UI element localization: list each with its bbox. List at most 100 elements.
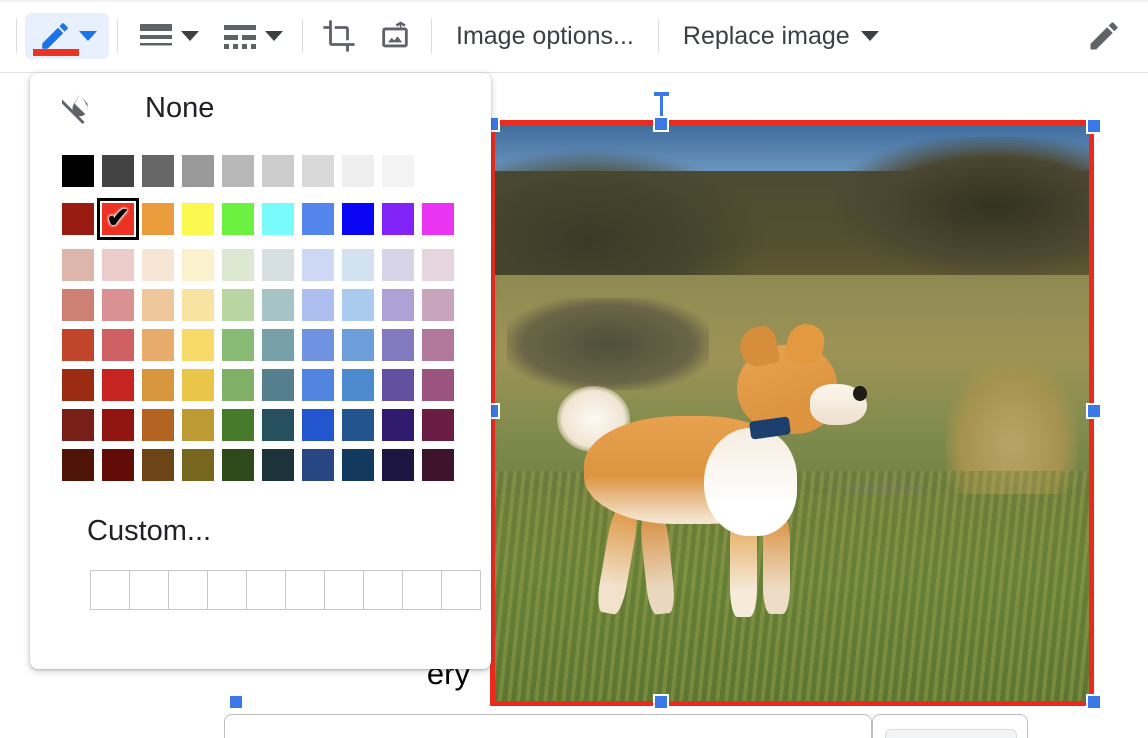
color-swatch-6f92e1[interactable] [302, 329, 334, 361]
color-swatch-000000[interactable] [62, 155, 94, 187]
custom-color-slot[interactable] [168, 570, 208, 610]
handle-bottom-right[interactable] [1086, 694, 1102, 710]
color-swatch-6cf141[interactable] [222, 203, 254, 235]
color-swatch-7fb065[interactable] [222, 369, 254, 401]
color-swatch-5185e0[interactable] [302, 369, 334, 401]
chevron-down-icon[interactable] [180, 31, 199, 41]
bottom-toolbar-panel[interactable] [224, 714, 872, 738]
color-swatch-23548f[interactable] [342, 409, 374, 441]
bottom-toolbar-secondary-panel[interactable] [872, 714, 1028, 738]
rotate-handle-cap[interactable] [654, 92, 669, 96]
color-swatch-27505e[interactable] [262, 409, 294, 441]
custom-color-slot[interactable] [207, 570, 247, 610]
color-swatch-76661e[interactable] [182, 449, 214, 481]
color-swatch-557f8c[interactable] [262, 369, 294, 401]
color-swatch-a8cbee[interactable] [342, 289, 374, 321]
color-swatch-8379bf[interactable] [382, 329, 414, 361]
color-swatch-e935f2[interactable] [422, 203, 454, 235]
color-swatch-eec79c[interactable] [142, 289, 174, 321]
color-swatch-2e4a1a[interactable] [222, 449, 254, 481]
color-swatch-4e8bce[interactable] [342, 369, 374, 401]
reset-image-button[interactable] [367, 13, 423, 59]
color-swatch-f7da6a[interactable] [182, 329, 214, 361]
color-swatch-e5d5de[interactable] [422, 249, 454, 281]
color-swatch-3e142c[interactable] [422, 449, 454, 481]
custom-color-slot[interactable] [402, 570, 442, 610]
color-swatch-301a6d[interactable] [382, 409, 414, 441]
color-swatch-c62420[interactable] [102, 369, 134, 401]
color-swatch-911612[interactable] [102, 409, 134, 441]
border-color-button[interactable] [25, 13, 109, 59]
color-swatch-efefef[interactable] [342, 155, 374, 187]
chevron-down-icon[interactable] [860, 31, 879, 41]
color-swatch-cccccc[interactable] [262, 155, 294, 187]
color-swatch-1c333c[interactable] [262, 449, 294, 481]
color-swatch-e9c64a[interactable] [182, 369, 214, 401]
color-swatch-d8963e[interactable] [142, 369, 174, 401]
color-swatch-d8d4e8[interactable] [382, 249, 414, 281]
color-swatch-991b12[interactable] [62, 203, 94, 235]
color-swatch-da9193[interactable] [102, 289, 134, 321]
color-swatch-adbfef[interactable] [302, 289, 334, 321]
custom-color-slot[interactable] [90, 570, 130, 610]
color-swatch-d3e2f1[interactable] [342, 249, 374, 281]
image-options-button[interactable]: Image options... [440, 13, 650, 59]
color-swatch-5485ed[interactable] [302, 203, 334, 235]
color-swatch-0a05f5[interactable] [342, 203, 374, 235]
color-swatch-9b5480[interactable] [422, 369, 454, 401]
color-swatch-d9d9d9[interactable] [302, 155, 334, 187]
color-swatch-9c2b14[interactable] [62, 369, 94, 401]
color-swatch-4e1507[interactable] [62, 449, 94, 481]
color-swatch-cc8173[interactable] [62, 289, 94, 321]
color-swatch-dcb6ab[interactable] [62, 249, 94, 281]
color-swatch-b8d5a2[interactable] [222, 289, 254, 321]
color-swatch-467b2c[interactable] [222, 409, 254, 441]
color-swatch-b2789c[interactable] [422, 329, 454, 361]
custom-color-button[interactable]: Custom... [30, 489, 491, 548]
color-swatch-77a0a9[interactable] [262, 329, 294, 361]
color-swatch-6e9ddb[interactable] [342, 329, 374, 361]
color-swatch-cf6165[interactable] [102, 329, 134, 361]
color-swatch-eccbcb[interactable] [102, 249, 134, 281]
handle-bottom-center[interactable] [653, 694, 669, 710]
color-swatch-c1452b[interactable] [62, 329, 94, 361]
color-swatch-fbf84f[interactable] [182, 203, 214, 235]
custom-color-slot[interactable] [324, 570, 364, 610]
chevron-down-icon[interactable] [78, 31, 97, 41]
color-swatch-8223f7[interactable] [382, 203, 414, 235]
color-swatch-a6c3c6[interactable] [262, 289, 294, 321]
color-swatch-999999[interactable] [182, 155, 214, 187]
color-swatch-434343[interactable] [102, 155, 134, 187]
color-swatch-f3f3f3[interactable] [382, 155, 414, 187]
bottom-toolbar-field[interactable] [885, 729, 1017, 738]
color-swatch-264782[interactable] [302, 449, 334, 481]
color-swatch-79fbfb[interactable] [262, 203, 294, 235]
handle-top-right[interactable] [1086, 118, 1102, 134]
color-swatch-dce8d1[interactable] [222, 249, 254, 281]
edit-button[interactable] [1076, 13, 1132, 59]
border-weight-button[interactable] [126, 13, 210, 59]
handle-bottom-left[interactable] [228, 694, 244, 710]
color-swatch-bd9a33[interactable] [182, 409, 214, 441]
handle-top-center[interactable] [653, 116, 669, 132]
color-swatch-88bb76[interactable] [222, 329, 254, 361]
custom-color-slot[interactable] [246, 570, 286, 610]
color-swatch-620c08[interactable] [102, 449, 134, 481]
color-swatch-eb9c3d[interactable] [142, 203, 174, 235]
color-swatch-ccd8f4[interactable] [302, 249, 334, 281]
color-swatch-c9a4bd[interactable] [422, 289, 454, 321]
color-swatch-63519f[interactable] [382, 369, 414, 401]
custom-color-slot[interactable] [129, 570, 169, 610]
crop-button[interactable] [311, 13, 367, 59]
color-swatch-123a5e[interactable] [342, 449, 374, 481]
color-swatch-d6dfe1[interactable] [262, 249, 294, 281]
color-swatch-6d4416[interactable] [142, 449, 174, 481]
selected-image[interactable] [490, 120, 1094, 706]
color-swatch-eb3223[interactable]: ✔ [97, 198, 139, 240]
color-swatch-fbf2cd[interactable] [182, 249, 214, 281]
color-swatch-1d1542[interactable] [382, 449, 414, 481]
color-swatch-f7e5d5[interactable] [142, 249, 174, 281]
color-swatch-b36422[interactable] [142, 409, 174, 441]
none-color-option[interactable]: None [30, 73, 491, 143]
custom-color-slot[interactable] [285, 570, 325, 610]
